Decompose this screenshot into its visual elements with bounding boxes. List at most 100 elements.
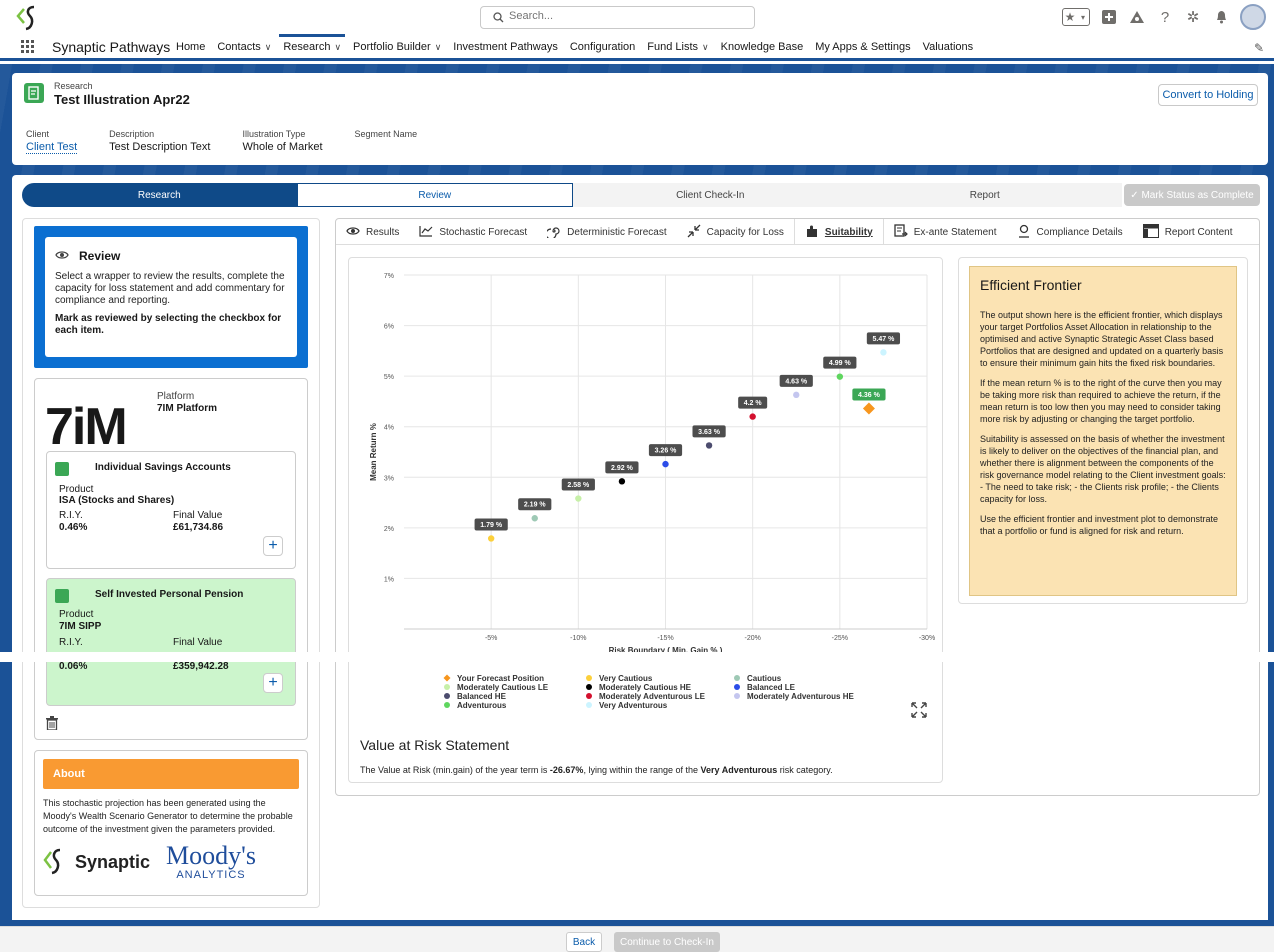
riy-value: 0.46% [59,522,88,533]
help-icon[interactable]: ? [1156,8,1174,26]
platform-label: Platform [157,391,195,402]
wrapper-title: Individual Savings Accounts [95,462,231,473]
expand-icon[interactable] [911,702,927,723]
favorites-button[interactable]: ★ ▾ [1062,8,1090,26]
app-launcher-icon[interactable] [21,40,35,54]
legend-label: Moderately Cautious LE [457,683,549,692]
global-search[interactable] [480,6,755,29]
wrapper-tabs: Results Stochastic Forecast Deterministi… [336,219,1259,245]
final-value: £359,942.28 [173,661,229,672]
about-card: About This stochastic projection has bee… [34,750,308,896]
tab-label: Compliance Details [1036,226,1123,238]
legend-label: Moderately Cautious HE [599,683,692,692]
moodys-logo-text: Moody's [166,841,256,870]
nav-item-knowledge-base[interactable]: Knowledge Base [721,36,804,58]
nav-item-investment-pathways[interactable]: Investment Pathways [453,36,558,58]
nav-item-home[interactable]: Home [176,36,205,58]
tab-ex-ante-statement[interactable]: Ex-ante Statement [884,219,1007,245]
nav-item-research[interactable]: Research ∨ [279,34,345,58]
add-button[interactable]: + [263,536,283,556]
x-tick-label: -30% [919,635,935,642]
chevron-down-icon[interactable]: ∨ [435,42,442,53]
data-label: 3.63 % [698,429,721,436]
chevron-down-icon[interactable]: ∨ [702,42,709,53]
tab-deterministic-forecast[interactable]: Deterministic Forecast [537,219,676,245]
convert-to-holding-button[interactable]: Convert to Holding [1158,84,1258,106]
field-value: Test Description Text [109,141,211,153]
path-step-review[interactable]: Review [296,183,573,207]
nav-item-fund-lists[interactable]: Fund Lists ∨ [647,36,708,58]
forecast-position-marker [862,402,875,415]
review-title-text: Review [79,249,121,263]
final-value-label: Final Value [173,637,223,648]
y-tick-label: 6% [384,324,394,331]
path-step-report[interactable]: Report [847,183,1122,207]
review-instructions: Select a wrapper to review the results, … [55,271,285,306]
legend-marker [586,702,592,708]
platform-name: 7IM Platform [157,403,218,414]
wrapper-card-sipp[interactable]: Self Invested Personal Pension Product 7… [46,578,296,706]
trailhead-icon[interactable] [1128,8,1146,26]
path-step-client-check-in[interactable]: Client Check-In [573,183,848,207]
legend-marker [734,693,740,699]
bell-icon[interactable] [1212,8,1230,26]
var-text-post: risk category. [777,765,833,775]
record-object-type: Research [54,81,93,91]
continue-to-check-in-button[interactable]: Continue to Check-In [614,932,720,952]
nav-item-contacts[interactable]: Contacts ∨ [217,36,271,58]
path-step-label: Research [137,189,181,201]
record-header: Research Test Illustration Apr22 Convert… [12,73,1268,165]
y-tick-label: 5% [384,374,394,381]
tab-capacity-for-loss[interactable]: Capacity for Loss [677,219,794,245]
chevron-down-icon[interactable]: ∨ [334,42,341,53]
tab-label: Stochastic Forecast [439,226,528,238]
wrapper-chart-icon [55,462,69,476]
efficient-frontier-title: Efficient Frontier [980,277,1082,293]
tab-stochastic-forecast[interactable]: Stochastic Forecast [409,219,537,245]
tab-results[interactable]: Results [336,219,409,245]
legend-marker [586,684,592,690]
synaptic-logo-text: Synaptic [75,851,151,872]
page-title: Test Illustration Apr22 [54,92,190,107]
nav-item-portfolio-builder[interactable]: Portfolio Builder ∨ [353,36,441,58]
nav-item-label: Portfolio Builder [353,41,431,53]
search-input[interactable] [509,10,739,22]
legend-label: Very Adventurous [599,701,668,710]
final-value: £61,734.86 [173,522,224,533]
edit-nav-pencil-icon[interactable]: ✎ [1254,41,1264,55]
utility-bar: ★ ▾ ? ✲ [1062,4,1266,30]
field-segment-name: Segment Name [355,129,418,154]
data-point [618,478,626,485]
gear-icon[interactable]: ✲ [1184,8,1202,26]
about-text: This stochastic projection has been gene… [43,798,293,834]
client-link[interactable]: Client Test [26,141,78,154]
path-step-label: Report [969,189,1000,201]
nav-item-my-apps-settings[interactable]: My Apps & Settings [815,36,910,58]
add-button[interactable]: + [263,673,283,693]
back-button[interactable]: Back [566,932,602,952]
x-tick-label: -10% [570,635,586,642]
avatar[interactable] [1240,4,1266,30]
mark-status-complete-button[interactable]: ✓ Mark Status as Complete [1124,184,1260,206]
y-tick-label: 2% [384,526,394,533]
review-checkbox-instructions: Mark as reviewed by selecting the checkb… [55,313,282,336]
tab-suitability[interactable]: Suitability [793,219,884,245]
var-value: -26.67% [549,765,584,775]
path-step-research[interactable]: Research [22,183,297,207]
nav-item-valuations[interactable]: Valuations [923,36,974,58]
synaptic-logo-icon[interactable] [14,4,44,35]
tab-compliance-details[interactable]: Compliance Details [1007,219,1133,245]
legend-label: Moderately Adventurous LE [599,692,706,701]
legend-label: Cautious [747,674,782,683]
chevron-down-icon[interactable]: ∨ [265,42,272,53]
wrapper-card-isa[interactable]: Individual Savings Accounts Product ISA … [46,451,296,569]
data-label: 4.36 % [858,392,881,399]
global-actions-icon[interactable] [1100,8,1118,26]
tab-report-content[interactable]: Report Content [1133,219,1243,245]
document-arrow-icon [894,223,908,241]
tab-label: Deterministic Forecast [567,226,667,238]
nav-item-configuration[interactable]: Configuration [570,36,635,58]
x-tick-label: -5% [485,635,497,642]
trash-icon[interactable] [46,716,58,733]
nav-item-label: Investment Pathways [453,41,558,53]
